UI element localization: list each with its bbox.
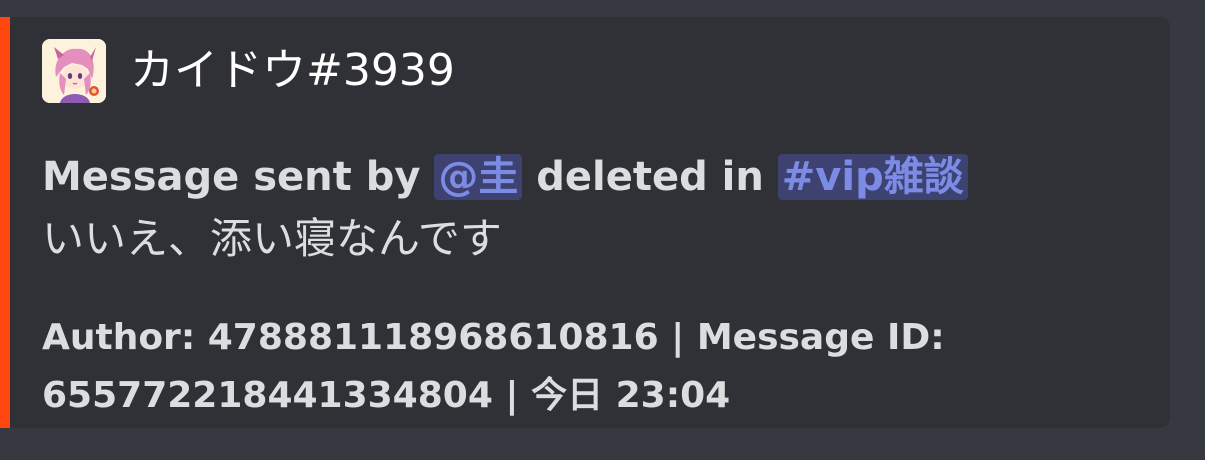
author-name[interactable]: カイドウ#3939 bbox=[130, 39, 455, 103]
embed-footer: Author: 478881118968610816 | Message ID:… bbox=[42, 309, 1142, 425]
deleted-message-content: いいえ、添い寝なんです bbox=[42, 214, 502, 263]
deletion-notice-prefix: Message sent by bbox=[42, 154, 435, 200]
user-mention[interactable]: @圭 bbox=[434, 154, 523, 200]
embed-accent-bar bbox=[0, 17, 10, 428]
embed-description: Message sent by @圭 deleted in #vip雑談 いいえ… bbox=[42, 141, 1142, 269]
footer-line-1: Author: 478881118968610816 | Message ID: bbox=[42, 317, 945, 358]
footer-line-2: 655772218441334804 | 今日 23:04 bbox=[42, 375, 731, 416]
anime-character-avatar-icon[interactable] bbox=[42, 39, 106, 103]
deletion-notice: Message sent by @圭 deleted in #vip雑談 bbox=[42, 141, 1142, 213]
embed-author: カイドウ#3939 bbox=[42, 39, 455, 103]
channel-mention[interactable]: #vip雑談 bbox=[777, 154, 968, 200]
message-log-embed: カイドウ#3939 Message sent by @圭 deleted in … bbox=[0, 17, 1170, 428]
deletion-notice-middle: deleted in bbox=[522, 154, 778, 200]
